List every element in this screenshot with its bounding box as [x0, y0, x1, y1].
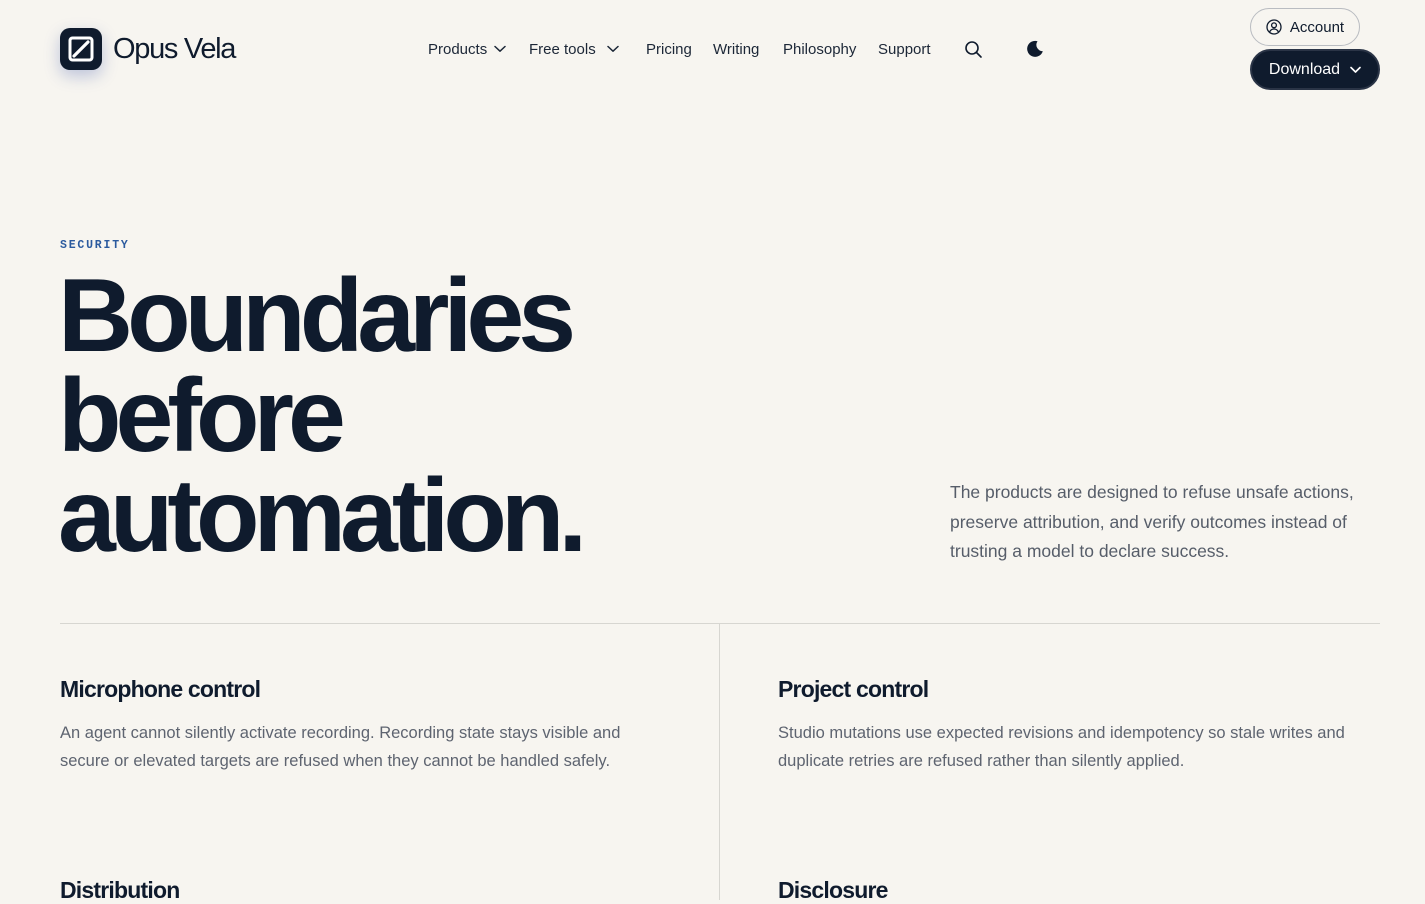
search-button[interactable] [959, 35, 987, 63]
moon-icon [1027, 40, 1043, 57]
nav-item-label: Writing [713, 40, 760, 58]
search-icon [964, 40, 982, 58]
nav-item-writing[interactable]: Writing [713, 37, 759, 61]
hero-title-line: Boundaries [58, 258, 576, 374]
nav-item-label: Philosophy [783, 40, 857, 58]
brand-logo-link[interactable]: Opus Vela [60, 28, 236, 70]
nav-item-label: Products [428, 40, 488, 58]
nav-item-products[interactable]: Products [428, 37, 506, 61]
nav-item-label: Support [878, 40, 931, 58]
chevron-down-icon [1350, 66, 1361, 73]
column-divider [719, 624, 720, 900]
account-button[interactable]: Account [1250, 8, 1360, 46]
feature-title: Project control [778, 676, 929, 702]
nav-item-label: Pricing [646, 40, 692, 58]
hero-title-line: before [58, 358, 346, 474]
hero-title: Boundaries before automation. [58, 258, 758, 574]
feature-description: An agent cannot silently activate record… [60, 724, 621, 770]
slash-square-logo-icon [60, 28, 102, 70]
chevron-down-icon [494, 45, 506, 52]
hero-description: The products are designed to refuse unsa… [950, 482, 1354, 561]
section-eyebrow: SECURITY [60, 239, 130, 252]
feature-description: Studio mutations use expected revisions … [778, 724, 1345, 770]
nav-item-support[interactable]: Support [878, 37, 931, 61]
download-button[interactable]: Download [1250, 49, 1380, 90]
download-label: Download [1268, 60, 1341, 78]
user-circle-icon [1266, 19, 1282, 35]
hero-title-line: automation. [58, 458, 587, 574]
section-divider [60, 623, 1380, 624]
feature-title: Microphone control [60, 676, 261, 702]
brand-name: Opus Vela [113, 32, 236, 65]
nav-item-label: Free tools [529, 40, 596, 58]
nav-item-free-tools[interactable]: Free tools [529, 37, 619, 61]
theme-toggle-button[interactable] [1021, 35, 1049, 63]
account-label: Account [1289, 18, 1345, 36]
nav-item-pricing[interactable]: Pricing [646, 37, 692, 61]
chevron-down-icon [606, 45, 619, 52]
nav-item-philosophy[interactable]: Philosophy [783, 37, 856, 61]
